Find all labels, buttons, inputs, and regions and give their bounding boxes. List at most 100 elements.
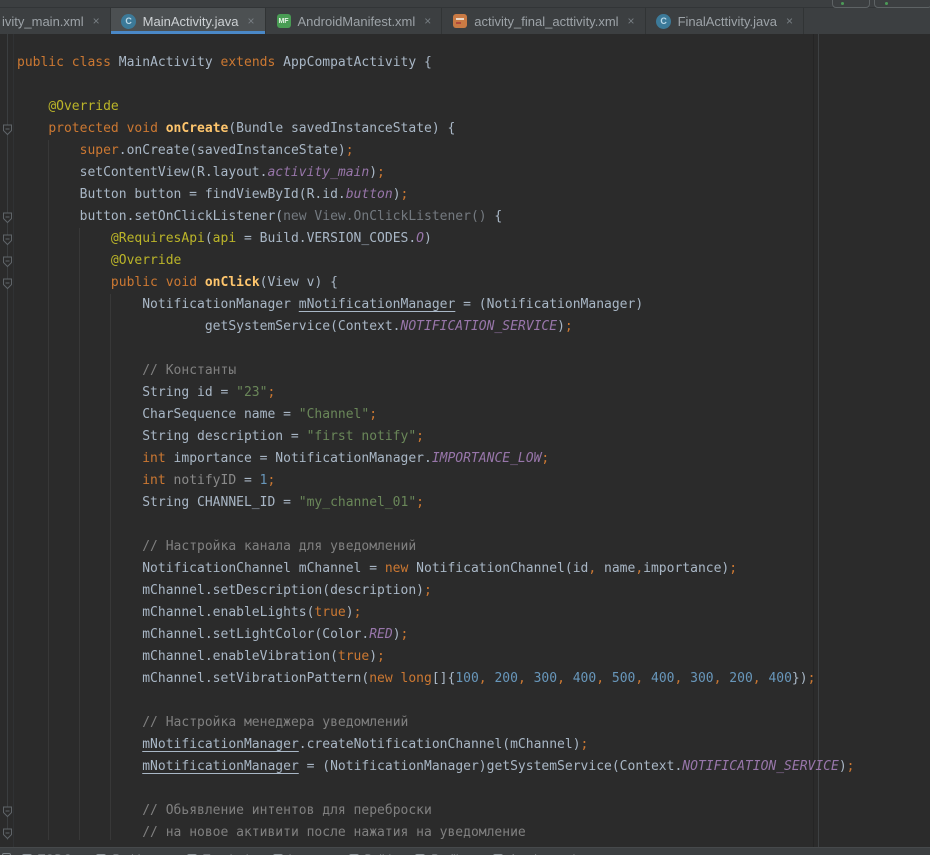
code-token: @RequiresApi [111, 231, 205, 246]
code-token: onCreate [166, 121, 229, 136]
code-token [197, 275, 205, 290]
code-line[interactable]: public class MainActivity extends AppCom… [14, 52, 930, 74]
code-line[interactable]: mChannel.setDescription(description); [14, 580, 930, 602]
code-token: = Build.VERSION_CODES. [236, 231, 416, 246]
fold-marker-icon[interactable] [2, 277, 13, 289]
tab-mainactivity-java[interactable]: CMainActivity.java× [111, 8, 266, 34]
code-token: name [596, 561, 635, 576]
code-token [17, 363, 142, 378]
code-token: IMPORTANCE_LOW [432, 451, 542, 466]
code-token [17, 253, 111, 268]
code-line[interactable]: @RequiresApi(api = Build.VERSION_CODES.O… [14, 228, 930, 250]
close-icon[interactable]: × [93, 15, 100, 27]
code-token: RED [369, 627, 392, 642]
code-token: 500 [612, 671, 635, 686]
code-line[interactable]: mNotificationManager.createNotificationC… [14, 734, 930, 756]
code-line[interactable]: // Обьявление интентов для переброски [14, 800, 930, 822]
code-line[interactable]: mChannel.setLightColor(Color.RED); [14, 624, 930, 646]
code-token: api [213, 231, 236, 246]
code-token: ) [557, 319, 565, 334]
code-token: void [127, 121, 158, 136]
code-line[interactable]: NotificationManager mNotificationManager… [14, 294, 930, 316]
code-line[interactable]: String description = "first notify"; [14, 426, 930, 448]
code-line[interactable]: int notifyID = 1; [14, 470, 930, 492]
code-token: 200 [729, 671, 752, 686]
code-token: new [385, 561, 408, 576]
code-token: protected [48, 121, 118, 136]
code-line[interactable]: mChannel.enableVibration(true); [14, 646, 930, 668]
code-token: int [142, 473, 165, 488]
code-line[interactable]: Button button = findViewById(R.id.button… [14, 184, 930, 206]
code-token: CharSequence name = [17, 407, 299, 422]
fold-marker-icon[interactable] [2, 805, 13, 817]
code-token: // на новое активити после нажатия на ув… [142, 825, 526, 840]
code-token [119, 121, 127, 136]
code-line[interactable]: // на новое активити после нажатия на ув… [14, 822, 930, 844]
code-line[interactable] [14, 74, 930, 96]
device-select-button[interactable] [874, 0, 930, 8]
fold-marker-icon[interactable] [2, 211, 13, 223]
code-line[interactable] [14, 690, 930, 712]
tab-ivity-main-xml[interactable]: ivity_main.xml× [0, 8, 111, 34]
fold-marker-icon[interactable] [2, 827, 13, 839]
code-token: "first notify" [307, 429, 417, 444]
code-line[interactable]: protected void onCreate(Bundle savedInst… [14, 118, 930, 140]
code-line[interactable] [14, 514, 930, 536]
run-config-button[interactable] [832, 0, 870, 8]
code-token: ; [424, 583, 432, 598]
code-token: activity_main [267, 165, 369, 180]
code-line[interactable]: NotificationChannel mChannel = new Notif… [14, 558, 930, 580]
code-token: { [487, 209, 503, 224]
code-line[interactable]: // Константы [14, 360, 930, 382]
code-token: , [518, 671, 526, 686]
code-token: NotificationChannel(id [408, 561, 588, 576]
code-line[interactable]: mNotificationManager = (NotificationMana… [14, 756, 930, 778]
code-line[interactable]: // Настройка канала для уведомлений [14, 536, 930, 558]
code-line[interactable]: @Override [14, 96, 930, 118]
code-token: ; [267, 473, 275, 488]
code-token: , [635, 561, 643, 576]
code-line[interactable] [14, 778, 930, 800]
fold-marker-icon[interactable] [2, 123, 13, 135]
code-token: ; [416, 429, 424, 444]
code-line[interactable]: // Настройка менеджера уведомлений [14, 712, 930, 734]
code-line[interactable]: super.onCreate(savedInstanceState); [14, 140, 930, 162]
code-token: ; [808, 671, 816, 686]
code-line[interactable]: public void onClick(View v) { [14, 272, 930, 294]
code-token: mNotificationManager [142, 737, 299, 752]
close-icon[interactable]: × [786, 15, 793, 27]
code-token [17, 143, 80, 158]
code-line[interactable]: getSystemService(Context.NOTIFICATION_SE… [14, 316, 930, 338]
code-editor[interactable]: public class MainActivity extends AppCom… [0, 34, 930, 847]
code-line[interactable]: setContentView(R.layout.activity_main); [14, 162, 930, 184]
close-icon[interactable]: × [628, 15, 635, 27]
code-token: getSystemService(Context. [17, 319, 401, 334]
code-line[interactable]: mChannel.enableLights(true); [14, 602, 930, 624]
tab-androidmanifest-xml[interactable]: MFAndroidManifest.xml× [266, 8, 443, 34]
code-token: 300 [690, 671, 713, 686]
close-icon[interactable]: × [424, 15, 431, 27]
close-icon[interactable]: × [247, 15, 254, 27]
code-token: // Обьявление интентов для переброски [142, 803, 432, 818]
code-token: setContentView(R.layout. [17, 165, 267, 180]
code-token: new View.OnClickListener() [283, 209, 487, 224]
code-line[interactable] [14, 338, 930, 360]
code-area[interactable]: public class MainActivity extends AppCom… [14, 52, 930, 844]
code-token: importance = NotificationManager. [166, 451, 432, 466]
tab-label: activity_final_acttivity.xml [474, 14, 618, 29]
code-token: mChannel.enableVibration( [17, 649, 338, 664]
code-line[interactable]: button.setOnClickListener(new View.OnCli… [14, 206, 930, 228]
fold-marker-icon[interactable] [2, 233, 13, 245]
code-token: ; [377, 649, 385, 664]
code-token: NOTIFICATION_SERVICE [682, 759, 839, 774]
tab-activity-final-acttivity-xml[interactable]: activity_final_acttivity.xml × [442, 8, 645, 34]
fold-marker-icon[interactable] [2, 255, 13, 267]
code-line[interactable]: @Override [14, 250, 930, 272]
code-line[interactable]: String CHANNEL_ID = "my_channel_01"; [14, 492, 930, 514]
code-line[interactable]: CharSequence name = "Channel"; [14, 404, 930, 426]
tab-finalacttivity-java[interactable]: CFinalActtivity.java× [646, 8, 804, 34]
code-line[interactable]: String id = "23"; [14, 382, 930, 404]
code-line[interactable]: int importance = NotificationManager.IMP… [14, 448, 930, 470]
code-line[interactable]: mChannel.setVibrationPattern(new long[]{… [14, 668, 930, 690]
code-token: NOTIFICATION_SERVICE [401, 319, 558, 334]
